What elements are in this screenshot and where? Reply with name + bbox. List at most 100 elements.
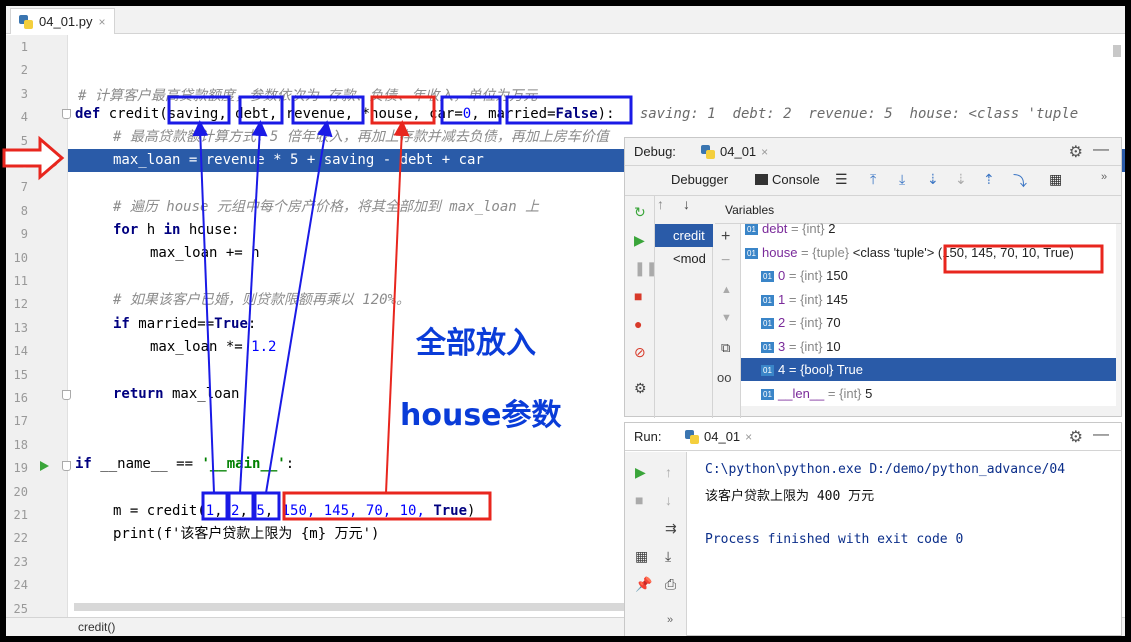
run-gutter-icon[interactable] [40, 461, 49, 471]
variable-type-icon: 01 [761, 294, 774, 306]
down-arrow-icon[interactable]: ↓ [683, 196, 690, 212]
line-number: 4 [20, 110, 28, 125]
variable-name: debt [762, 221, 788, 236]
line-number: 15 [13, 367, 28, 382]
variable-name: house [762, 244, 798, 260]
variable-row[interactable]: 01 debt = {int} 2 [741, 217, 1116, 240]
more-icon[interactable]: » [667, 614, 673, 626]
variable-row[interactable]: 01 4 = {bool} True [741, 358, 1116, 381]
horizontal-scrollbar[interactable] [74, 603, 624, 611]
minimize-icon[interactable]: — [1093, 426, 1109, 444]
show-execution-point-icon[interactable]: ⤒ [870, 171, 876, 188]
file-tab[interactable]: 04_01.py × [10, 8, 115, 34]
variable-row[interactable]: 01 __len__ = {int} 5 [741, 382, 1116, 405]
soft-wrap-icon[interactable]: ⇉ [665, 520, 677, 537]
print-icon[interactable]: ⎙ [665, 576, 676, 593]
add-watch-icon[interactable]: + [721, 228, 730, 246]
variable-type-icon: 01 [745, 247, 758, 259]
console-icon [755, 174, 768, 185]
console-command: C:\python\python.exe D:/demo/python_adva… [705, 462, 1066, 477]
resume-icon[interactable]: ▶ [634, 232, 645, 249]
line-number: 8 [20, 203, 28, 218]
settings-icon[interactable]: ⚙ [634, 380, 647, 397]
console-output[interactable]: C:\python\python.exe D:/demo/python_adva… [705, 452, 1115, 636]
variable-row[interactable]: 01 house = {tuple} <class 'tuple'> (150, … [741, 241, 1116, 264]
gear-icon[interactable]: ⚙ [1069, 427, 1083, 447]
line-number: 25 [13, 601, 28, 616]
move-down-icon[interactable]: ▼ [721, 312, 732, 324]
copy-icon[interactable]: ⧉ [721, 340, 730, 356]
step-over-icon[interactable]: ⤓ [899, 171, 905, 188]
run-session-tab[interactable]: 04_01 × [685, 429, 752, 444]
up-arrow-icon[interactable]: ↑ [657, 196, 664, 212]
frame-item[interactable]: <mod [655, 247, 713, 270]
variable-value: True [836, 362, 863, 377]
debug-title-bar: Debug: 04_01 × ⚙ — [625, 138, 1121, 166]
move-up-icon[interactable]: ▲ [721, 284, 732, 296]
variable-type-icon: 01 [745, 224, 758, 236]
evaluate-expression-icon[interactable]: ▦ [1049, 171, 1062, 188]
scroll-to-end-icon[interactable]: ⤓ [665, 548, 671, 565]
glasses-icon[interactable]: oo [717, 370, 731, 385]
debugger-tab[interactable]: Debugger [671, 172, 728, 187]
code-line-5: # 最高贷款额计算方式：5 倍年收入，再加上存款并减去负债，再加上房车价值 [113, 129, 609, 145]
breakpoint-icon[interactable] [46, 155, 58, 167]
stop-icon[interactable]: ■ [634, 288, 642, 304]
more-icon[interactable]: » [1101, 171, 1107, 183]
line-number: 14 [13, 344, 28, 359]
step-into-icon[interactable]: ⇣ [927, 171, 939, 188]
debug-session-tab[interactable]: 04_01 × [701, 144, 768, 159]
step-into-my-code-icon[interactable]: ⇣ [955, 171, 967, 188]
close-icon[interactable]: × [745, 430, 752, 444]
variable-type-icon: 01 [761, 388, 774, 400]
scroll-marker[interactable] [1113, 45, 1121, 57]
code-line-16: return max_loan [113, 386, 240, 402]
code-line-10: max_loan += h [150, 245, 260, 261]
variable-row[interactable]: 01 3 = {int} 10 [741, 335, 1116, 358]
debug-toolbar: Debugger Console ☰ ⤒ ⤓ ⇣ ⇣ ⇡ ⤵ ▦ » [625, 166, 1121, 196]
variable-row[interactable]: 01 1 = {int} 145 [741, 288, 1116, 311]
ide-window: 04_01.py × 1 2 3 4 5 6 7 8 9 10 11 12 13 14 15 16 17 18 19… [6, 6, 1125, 636]
debug-panel: Debug: 04_01 × ⚙ — Debugger Console ☰ ⤒ … [624, 137, 1122, 418]
down-arrow-icon[interactable]: ↓ [665, 492, 672, 508]
variable-name: 0 [778, 268, 786, 283]
rerun-icon[interactable]: ▶ [635, 464, 646, 481]
line-number: 6 [20, 157, 28, 171]
remove-watch-icon[interactable]: − [721, 252, 730, 270]
console-tab[interactable]: Console [755, 172, 820, 187]
file-tab-label: 04_01.py [39, 14, 93, 29]
line-number: 3 [20, 86, 28, 101]
menu-icon[interactable]: ☰ [835, 171, 848, 188]
line-number: 24 [13, 578, 28, 593]
pause-icon[interactable]: ❚❚ [634, 260, 657, 277]
line-number: 12 [13, 297, 28, 312]
run-to-cursor-icon[interactable]: ⤵ [1013, 171, 1027, 191]
pin-icon[interactable]: 📌 [635, 576, 652, 593]
minimize-icon[interactable]: — [1093, 141, 1109, 159]
python-file-icon [701, 144, 715, 159]
code-line-21: m = credit(1, 2, 5, 150, 145, 70, 10, Tr… [113, 503, 476, 519]
variables-tree: 01 debt = {int} 2 01 house = {tuple} <class… [741, 221, 1116, 406]
layout-icon[interactable]: ▦ [635, 548, 648, 565]
up-arrow-icon[interactable]: ↑ [665, 464, 672, 480]
gear-icon[interactable]: ⚙ [1069, 142, 1083, 162]
variable-type-icon: 01 [761, 365, 774, 377]
variable-name: 1 [778, 291, 786, 307]
close-tab-icon[interactable]: × [99, 15, 106, 29]
run-title-bar: Run: 04_01 × ⚙ — [625, 423, 1121, 451]
step-out-icon[interactable]: ⇡ [983, 171, 995, 188]
frame-item[interactable]: credit [655, 224, 713, 247]
line-number: 13 [13, 320, 28, 335]
variable-name: __len__ [778, 385, 825, 401]
variable-row[interactable]: 01 2 = {int} 70 [741, 311, 1116, 334]
variable-type: = {tuple} [801, 244, 850, 260]
variable-row[interactable]: 01 0 = {int} 150 [741, 264, 1116, 287]
variable-name: 2 [778, 315, 786, 330]
line-number: 10 [13, 250, 28, 265]
view-breakpoints-icon[interactable]: ● [634, 316, 642, 332]
close-icon[interactable]: × [761, 145, 768, 159]
inline-debug-hint: saving: 1 debt: 2 revenue: 5 house: <cla… [639, 106, 1079, 122]
rerun-icon[interactable]: ↻ [634, 204, 646, 221]
stop-icon[interactable]: ■ [635, 492, 643, 508]
mute-breakpoints-icon[interactable]: ⊘ [634, 344, 646, 361]
